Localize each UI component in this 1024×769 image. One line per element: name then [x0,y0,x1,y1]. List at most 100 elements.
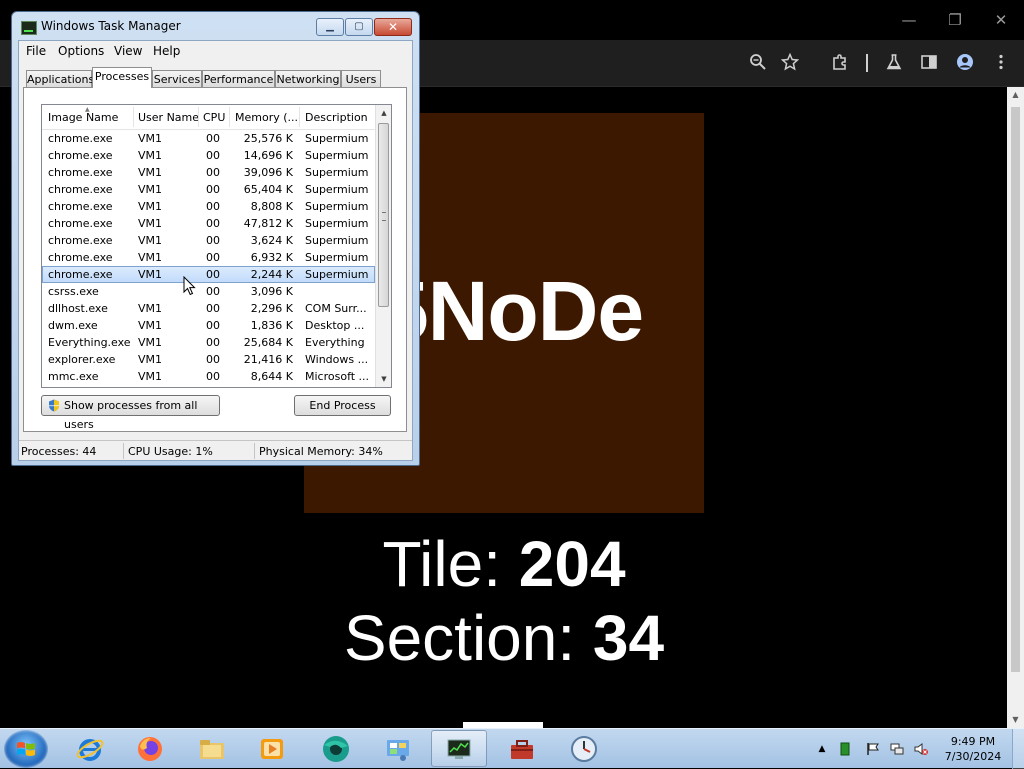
process-memory: 2,296 K [250,302,293,315]
table-row[interactable]: dllhost.exe VM1 00 2,296 K COM Surr... [42,300,375,317]
action-center-flag-icon[interactable] [866,742,880,756]
tab-applications[interactable]: Applications [26,70,94,87]
process-cpu: 00 [206,234,220,247]
tab-services[interactable]: Services [152,70,202,87]
table-row[interactable]: Everything.exe VM1 00 25,684 K Everything [42,334,375,351]
show-desktop-button[interactable] [1012,729,1024,769]
column-description[interactable]: Description [305,111,368,124]
tab-performance[interactable]: Performance [202,70,275,87]
table-row[interactable]: chrome.exe VM1 00 3,624 K Supermium [42,232,375,249]
start-button[interactable] [4,730,48,768]
bookmark-star-icon[interactable] [779,51,801,73]
column-user-name[interactable]: User Name [138,111,199,124]
column-cpu[interactable]: CPU [203,111,225,124]
profile-icon[interactable] [954,51,976,73]
side-panel-icon[interactable] [918,51,940,73]
end-process-button[interactable]: End Process [294,395,391,416]
process-name: chrome.exe [48,132,113,145]
process-description: Supermium [305,251,369,264]
table-row[interactable]: chrome.exe VM1 00 25,576 K Supermium [42,130,375,147]
tab-users[interactable]: Users [341,70,381,87]
process-name: chrome.exe [48,200,113,213]
process-name: csrss.exe [48,285,99,298]
tile-caption: Tile: 204 [304,528,704,600]
process-list-scrollbar[interactable]: ▲ ▼ [375,105,391,387]
volume-muted-icon[interactable] [914,742,928,756]
browser-minimize-button[interactable]: — [886,8,932,32]
list-scroll-down-arrow[interactable]: ▼ [376,371,391,387]
supermium-browser-icon[interactable] [308,730,364,767]
column-separator[interactable] [299,107,300,127]
list-scroll-up-arrow[interactable]: ▲ [376,105,391,121]
internet-explorer-icon[interactable] [62,730,118,767]
task-manager-titlebar[interactable]: Windows Task Manager ▁ ▢ ✕ [12,12,419,40]
list-scrollbar-thumb[interactable] [378,123,389,307]
process-description: Supermium [305,183,369,196]
system-clock[interactable]: 9:49 PM 7/30/2024 [938,734,1008,764]
scroll-down-arrow[interactable]: ▼ [1007,712,1024,728]
browser-scrollbar[interactable]: ▲ ▼ [1007,87,1024,728]
tile-label: Tile: [382,528,501,600]
process-description: Microsoft ... [305,370,370,383]
table-row[interactable]: mmc.exe VM1 00 8,644 K Microsoft ... [42,368,375,385]
close-button[interactable]: ✕ [374,18,412,36]
process-user: VM1 [138,319,163,332]
scroll-up-arrow[interactable]: ▲ [1007,87,1024,103]
zoom-icon[interactable] [747,51,769,73]
process-cpu: 00 [206,149,220,162]
process-user: VM1 [138,217,163,230]
table-row[interactable]: chrome.exe VM1 00 39,096 K Supermium [42,164,375,181]
labs-flask-icon[interactable] [883,51,905,73]
control-panel-icon[interactable] [370,730,426,767]
green-app-icon[interactable] [838,742,852,756]
process-description: Supermium [305,234,369,247]
process-memory: 39,096 K [243,166,293,179]
column-separator[interactable] [198,107,199,127]
process-user: VM1 [138,234,163,247]
table-row[interactable]: explorer.exe VM1 00 21,416 K Windows ... [42,351,375,368]
process-list[interactable]: ▲ Image Name User Name CPU Memory (... D… [41,104,392,388]
show-all-processes-button[interactable]: Show processes from all users [41,395,220,431]
show-hidden-icons-arrow[interactable]: ▲ [815,742,829,756]
menu-options[interactable]: Options [58,44,104,58]
menu-file[interactable]: File [26,44,46,58]
minimize-button[interactable]: ▁ [316,18,344,36]
clock-app-icon[interactable] [556,730,612,767]
section-number: 34 [592,602,665,674]
toolbox-icon[interactable] [494,730,550,767]
section-caption: Section: 34 [304,602,704,674]
media-player-icon[interactable] [244,730,300,767]
column-memory[interactable]: Memory (... [235,111,298,124]
table-row[interactable]: dwm.exe VM1 00 1,836 K Desktop ... [42,317,375,334]
scrollbar-thumb[interactable] [1011,107,1020,672]
column-image-name[interactable]: Image Name [48,111,118,124]
process-cpu: 00 [206,251,220,264]
browser-close-button[interactable]: ✕ [978,8,1024,32]
extensions-icon[interactable] [829,51,851,73]
task-manager-app-icon [21,21,37,35]
table-row[interactable]: chrome.exe VM1 00 47,812 K Supermium [42,215,375,232]
tab-processes[interactable]: Processes [92,67,152,88]
table-row[interactable]: chrome.exe VM1 00 14,696 K Supermium [42,147,375,164]
process-user: VM1 [138,353,163,366]
table-row[interactable]: csrss.exe 00 3,096 K [42,283,375,300]
table-row[interactable]: chrome.exe VM1 00 8,808 K Supermium [42,198,375,215]
table-row[interactable]: chrome.exe VM1 00 2,244 K Supermium [42,266,375,283]
process-name: mmc.exe [48,370,99,383]
firefox-icon[interactable] [122,730,178,767]
process-user: VM1 [138,200,163,213]
maximize-button[interactable]: ▢ [345,18,373,36]
menu-icon[interactable] [990,51,1012,73]
table-row[interactable]: chrome.exe VM1 00 6,932 K Supermium [42,249,375,266]
column-separator[interactable] [229,107,230,127]
file-explorer-icon[interactable] [184,730,240,767]
task-manager-icon[interactable] [431,730,487,767]
column-separator[interactable] [133,107,134,127]
network-icon[interactable] [890,742,904,756]
menu-help[interactable]: Help [153,44,180,58]
tab-networking[interactable]: Networking [275,70,341,87]
table-row[interactable]: chrome.exe VM1 00 65,404 K Supermium [42,181,375,198]
menu-view[interactable]: View [114,44,142,58]
browser-restore-button[interactable]: ❐ [932,8,978,32]
process-description: Supermium [305,166,369,179]
